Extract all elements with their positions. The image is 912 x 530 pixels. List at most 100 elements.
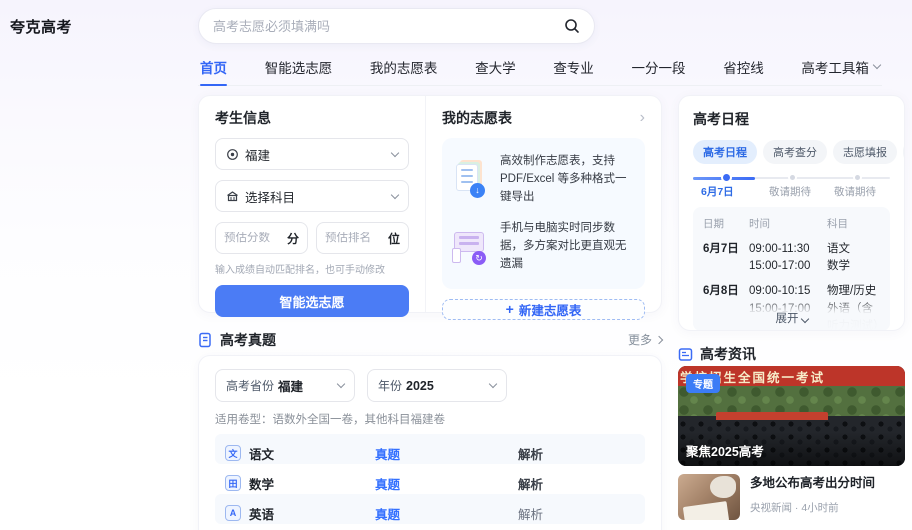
search-icon[interactable] [564,18,580,34]
schedule-table-header: 日期 时间 科目 [703,218,848,230]
timeline-label: 敬请期待 [769,186,811,198]
plus-icon: + [505,301,514,318]
news-feature-image[interactable]: 学校招生全国统一考试 专题 聚焦2025高考 [678,366,905,466]
tab-label: 我的志愿表 [369,60,438,76]
news-title: 高考资讯 [700,346,756,362]
schedule-table: 日期 时间 科目 6月7日 09:00-11:30 15:00-17:00 语文 数学 … [693,207,890,330]
tab-toolbox[interactable]: 高考工具箱 [799,56,882,85]
tab-smart-select[interactable]: 智能选志愿 [263,56,335,85]
chevron-right-icon [654,335,664,344]
papers-card: 高考省份 福建 年份 2025 适用卷型：语数外全国一卷，其他科目福建卷 文语文… [198,355,662,530]
search-input[interactable] [213,18,564,34]
news-section-header: 高考资讯 [678,344,756,364]
rank-unit: 位 [387,231,400,246]
paper-row-math: 田数学 真题 解析 估分 [215,464,645,494]
chevron-down-icon [800,314,809,324]
chevron-down-icon [872,60,882,70]
subject-placeholder: 选择科目 [245,190,296,205]
tab-majors[interactable]: 查专业 [551,56,596,85]
chevron-down-icon [336,379,346,389]
papers-province-select[interactable]: 高考省份 福建 [215,369,355,402]
score-input[interactable] [224,232,285,244]
top-combo-card: 考生信息 福建 选择科目 分 位 输入成绩自动匹配排名，也可手动修改 智能选志愿… [198,95,662,320]
newspaper-icon [678,347,693,362]
device-sync-icon: ↻ [452,229,490,266]
subject-name: 英语 [249,507,275,522]
timeline-dot [855,175,860,180]
schedule-row: 6月7日 09:00-11:30 15:00-17:00 语文 数学 [703,242,850,272]
paper-link[interactable]: 真题 [375,444,518,463]
tab-home[interactable]: 首页 [198,56,229,86]
timeline-dot-active [723,174,730,181]
feature-export: ↓ 高效制作志愿表，支持 PDF/Excel 等多种格式一键导出 [452,146,635,213]
timeline-dot [790,175,795,180]
rank-field[interactable]: 位 [316,222,409,254]
paper-row-politics: 政政治 真题 解析 估分 [215,524,645,530]
paper-link[interactable]: 真题 [375,504,518,523]
tab-label: 查大学 [475,60,516,76]
timeline-label-date: 6月7日 [701,186,734,198]
feature-sync: ↻ 手机与电脑实时同步数据，多方案对比更直观无遗漏 [452,213,635,280]
province-value: 福建 [245,148,271,163]
news-thumbnail [678,474,740,520]
candidate-info-panel: 考生信息 福建 选择科目 分 位 输入成绩自动匹配排名，也可手动修改 智能选志愿 [199,96,426,317]
schedule-tab-schedule[interactable]: 高考日程 [693,140,757,164]
brand-logo[interactable]: 夸克高考 [10,16,72,37]
tab-label: 查专业 [553,60,594,76]
subject-icon: A [225,505,241,521]
tab-rank-table[interactable]: 一分一段 [630,56,688,85]
topic-badge: 专题 [686,374,720,393]
document-icon [198,332,213,348]
province-select[interactable]: 福建 [215,138,409,170]
tab-label: 一分一段 [631,60,686,76]
news-list-item[interactable]: 多地公布高考出分时间 央视新闻 · 4小时前 [678,474,905,520]
estimate-link[interactable]: 估分 [661,524,662,530]
filter-label: 年份 [378,379,403,393]
rank-input[interactable] [325,232,386,244]
schedule-tab-apply[interactable]: 志愿填报 [833,140,897,164]
my-wishlist-panel: 我的志愿表 › ↓ 高效制作志愿表，支持 PDF/Excel 等多种格式一键导出… [426,96,661,320]
more-link[interactable]: 更多 [627,331,664,348]
tab-label: 省控线 [723,60,764,76]
tab-cutoff-lines[interactable]: 省控线 [721,56,766,85]
feature-text: 手机与电脑实时同步数据，多方案对比更直观无遗漏 [500,222,627,271]
feature-caption: 聚焦2025高考 [686,445,764,459]
timeline-label: 敬请期待 [834,186,876,198]
score-field[interactable]: 分 [215,222,308,254]
news-item-meta: 央视新闻 · 4小时前 [750,502,839,515]
schedule-tab-scores[interactable]: 高考查分 [763,140,827,164]
filter-value: 2025 [406,378,434,393]
chevron-right-icon[interactable]: › [640,110,645,126]
new-wishlist-button[interactable]: + 新建志愿表 [442,298,645,320]
tab-label: 智能选志愿 [264,60,333,76]
score-hint: 输入成绩自动匹配排名，也可手动修改 [215,265,385,276]
new-wishlist-label: 新建志愿表 [518,303,582,318]
estimate-link[interactable]: 估分 [661,494,662,530]
main-nav: 首页 智能选志愿 我的志愿表 查大学 查专业 一分一段 省控线 高考工具箱 [198,56,882,86]
analysis-link[interactable]: 解析 [518,474,661,493]
subject-name: 数学 [249,477,275,492]
smart-select-button[interactable]: 智能选志愿 [215,285,409,317]
papers-note: 适用卷型：语数外全国一卷，其他科目福建卷 [215,414,445,426]
tab-my-wishlist[interactable]: 我的志愿表 [368,56,440,85]
chevron-down-icon [390,148,400,157]
search-bar[interactable] [198,8,595,44]
more-label: 更多 [627,333,652,347]
estimate-link[interactable]: 估分 [661,434,662,472]
tab-universities[interactable]: 查大学 [473,56,518,85]
tab-label: 高考工具箱 [801,60,869,76]
paper-link[interactable]: 真题 [375,474,518,493]
feature-text: 高效制作志愿表，支持 PDF/Excel 等多种格式一键导出 [500,155,627,203]
filter-label: 高考省份 [226,379,275,393]
schedule-timeline: 6月7日 敬请期待 敬请期待 [693,174,890,198]
expand-button[interactable]: 展开 [693,298,890,330]
exam-schedule-card: 高考日程 高考日程 高考查分 志愿填报 6月7日 敬请期待 敬请期待 日期 时间科… [678,95,905,331]
score-unit: 分 [286,231,299,246]
analysis-link[interactable]: 解析 [518,444,661,463]
subject-select[interactable]: 选择科目 [215,180,409,212]
estimate-link[interactable]: 估分 [661,464,662,502]
paper-row-chinese: 文语文 真题 解析 估分 [215,434,645,464]
papers-year-select[interactable]: 年份 2025 [367,369,507,402]
schedule-tab-partial[interactable] [903,140,904,164]
analysis-link[interactable]: 解析 [518,504,661,523]
